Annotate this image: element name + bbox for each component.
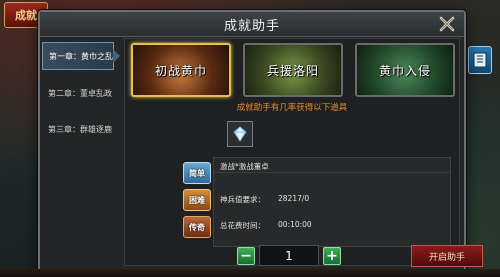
quantity-field[interactable]: 1: [259, 245, 319, 266]
bottom-strip: [0, 269, 500, 277]
time-value: 00:10:00: [278, 220, 312, 229]
battle-name: 激战*激战董卓: [220, 162, 269, 171]
start-assistant-button[interactable]: 开启助手: [411, 245, 483, 267]
dialog-title: 成就助手: [223, 18, 280, 34]
battle-label: 黄巾入侵: [378, 63, 431, 78]
sidebar-item-label: 第二章：董卓乱政: [48, 88, 112, 98]
battle-label: 初战黄巾: [154, 63, 207, 78]
sidebar-item-chapter-3[interactable]: 第三章：群雄逐鹿: [42, 116, 114, 142]
divider: [214, 172, 450, 173]
decrease-button[interactable]: −: [237, 247, 255, 265]
reward-notice: 成就助手有几率获得以下道具: [236, 103, 348, 113]
sidebar-item-label: 第三章：群雄逐鹿: [48, 124, 112, 134]
close-icon: [439, 16, 455, 32]
dialog-title-bar: 成就助手: [40, 12, 464, 37]
content-panel: 初战黄巾 兵援洛阳 黄巾入侵 成就助手有几率获得以下道具 简单 困难 传奇 激战…: [124, 38, 483, 267]
difficulty-badge-easy: 简单: [183, 162, 211, 184]
power-label: 神兵值要求：: [220, 195, 265, 204]
difficulty-badge-hard: 困难: [183, 189, 211, 211]
diamond-icon: [233, 126, 247, 142]
battle-label: 兵援洛阳: [266, 63, 319, 78]
close-button[interactable]: [436, 14, 458, 34]
difficulty-badge-legend: 传奇: [183, 216, 211, 238]
battle-info-box: 激战*激战董卓 神兵值要求： 28217/0 总花费时间： 00:10:00: [213, 157, 451, 247]
battle-card-1[interactable]: 初战黄巾: [131, 43, 231, 97]
achievement-assistant-dialog: 成就助手 第一章：黄巾之乱 第二章：董卓乱政 第三章：群雄逐鹿 初战黄巾 兵援洛…: [38, 10, 483, 272]
increase-button[interactable]: +: [323, 247, 341, 265]
sidebar-item-chapter-2[interactable]: 第二章：董卓乱政: [42, 80, 114, 106]
chapter-sidebar: 第一章：黄巾之乱 第二章：董卓乱政 第三章：群雄逐鹿: [42, 42, 120, 152]
reward-item-slot[interactable]: [227, 121, 253, 147]
time-label: 总花费时间：: [220, 221, 265, 230]
power-value: 28217/0: [278, 194, 310, 203]
sidebar-item-chapter-1[interactable]: 第一章：黄巾之乱: [42, 42, 120, 70]
sidebar-item-label: 第一章：黄巾之乱: [49, 51, 113, 61]
book-icon[interactable]: [468, 46, 492, 74]
battle-card-3[interactable]: 黄巾入侵: [355, 43, 455, 97]
battle-card-2[interactable]: 兵援洛阳: [243, 43, 343, 97]
